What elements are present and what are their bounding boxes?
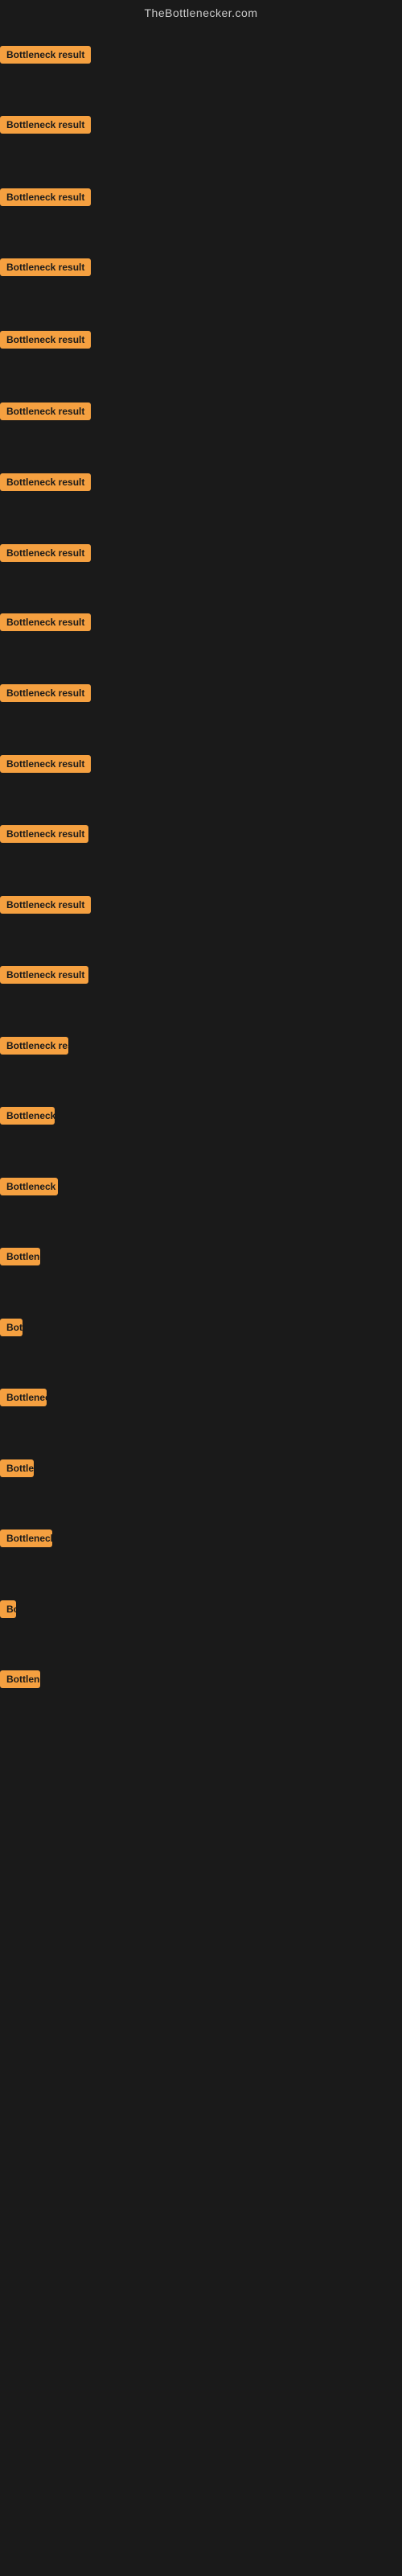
bottleneck-badge-container-17: Bottleneck result bbox=[0, 1178, 58, 1199]
bottleneck-badge-container-23: Bottleneck result bbox=[0, 1600, 16, 1622]
bottleneck-badge-1[interactable]: Bottleneck result bbox=[0, 46, 91, 64]
bottleneck-badge-24[interactable]: Bottleneck result bbox=[0, 1670, 40, 1688]
bottleneck-badge-6[interactable]: Bottleneck result bbox=[0, 402, 91, 420]
bottleneck-badge-13[interactable]: Bottleneck result bbox=[0, 896, 91, 914]
bottleneck-badge-container-1: Bottleneck result bbox=[0, 46, 91, 68]
bottleneck-badge-container-15: Bottleneck result bbox=[0, 1037, 68, 1059]
bottleneck-badge-22[interactable]: Bottleneck result bbox=[0, 1530, 52, 1547]
site-title: TheBottlenecker.com bbox=[0, 0, 402, 26]
bottleneck-badge-9[interactable]: Bottleneck result bbox=[0, 613, 91, 631]
bottleneck-badge-5[interactable]: Bottleneck result bbox=[0, 331, 91, 349]
bottleneck-badge-container-5: Bottleneck result bbox=[0, 331, 91, 353]
bottleneck-badge-container-21: Bottleneck result bbox=[0, 1459, 34, 1481]
bottleneck-badge-3[interactable]: Bottleneck result bbox=[0, 188, 91, 206]
bottleneck-badge-container-22: Bottleneck result bbox=[0, 1530, 52, 1551]
bottleneck-badge-11[interactable]: Bottleneck result bbox=[0, 755, 91, 773]
bottleneck-badge-container-16: Bottleneck result bbox=[0, 1107, 55, 1129]
bottleneck-badge-container-14: Bottleneck result bbox=[0, 966, 88, 988]
bottleneck-badge-12[interactable]: Bottleneck result bbox=[0, 825, 88, 843]
bottleneck-badge-18[interactable]: Bottleneck result bbox=[0, 1248, 40, 1265]
bottleneck-badge-container-7: Bottleneck result bbox=[0, 473, 91, 495]
bottleneck-badge-17[interactable]: Bottleneck result bbox=[0, 1178, 58, 1195]
bottleneck-badge-2[interactable]: Bottleneck result bbox=[0, 116, 91, 134]
bottleneck-badge-container-24: Bottleneck result bbox=[0, 1670, 40, 1692]
bottleneck-badge-container-8: Bottleneck result bbox=[0, 544, 91, 566]
bottleneck-badge-15[interactable]: Bottleneck result bbox=[0, 1037, 68, 1055]
bottleneck-badge-container-2: Bottleneck result bbox=[0, 116, 91, 138]
bottleneck-badge-container-20: Bottleneck result bbox=[0, 1389, 47, 1410]
bottleneck-badge-container-3: Bottleneck result bbox=[0, 188, 91, 210]
bottleneck-badge-19[interactable]: Bottleneck result bbox=[0, 1319, 23, 1336]
bottleneck-badge-21[interactable]: Bottleneck result bbox=[0, 1459, 34, 1477]
bottleneck-badge-container-13: Bottleneck result bbox=[0, 896, 91, 918]
bottleneck-badge-14[interactable]: Bottleneck result bbox=[0, 966, 88, 984]
bottleneck-badge-23[interactable]: Bottleneck result bbox=[0, 1600, 16, 1618]
bottleneck-badge-container-9: Bottleneck result bbox=[0, 613, 91, 635]
bottleneck-badge-container-4: Bottleneck result bbox=[0, 258, 91, 280]
bottleneck-badge-container-10: Bottleneck result bbox=[0, 684, 91, 706]
bottleneck-badge-container-6: Bottleneck result bbox=[0, 402, 91, 424]
bottleneck-badge-container-18: Bottleneck result bbox=[0, 1248, 40, 1269]
bottleneck-badge-16[interactable]: Bottleneck result bbox=[0, 1107, 55, 1125]
bottleneck-badge-8[interactable]: Bottleneck result bbox=[0, 544, 91, 562]
bottleneck-badge-4[interactable]: Bottleneck result bbox=[0, 258, 91, 276]
bottleneck-badge-container-11: Bottleneck result bbox=[0, 755, 91, 777]
bottleneck-badge-10[interactable]: Bottleneck result bbox=[0, 684, 91, 702]
bottleneck-badge-container-12: Bottleneck result bbox=[0, 825, 88, 847]
bottleneck-badge-7[interactable]: Bottleneck result bbox=[0, 473, 91, 491]
bottleneck-badge-20[interactable]: Bottleneck result bbox=[0, 1389, 47, 1406]
bottleneck-badge-container-19: Bottleneck result bbox=[0, 1319, 23, 1340]
